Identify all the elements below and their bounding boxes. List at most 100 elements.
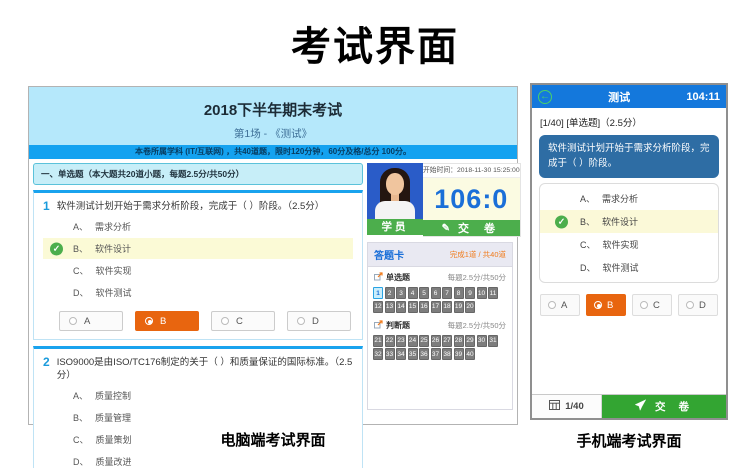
timer-block: 开始时间：2018-11-30 15:25:00 106:0 ✎交 卷 — [423, 163, 521, 237]
answer-card-cell[interactable]: 18 — [442, 301, 452, 313]
exam-body: 一、单选题（本大题共20道小题，每题2.5分/共50分） 1 软件测试计划开始于… — [29, 159, 517, 422]
answer-button-b-selected[interactable]: B — [135, 311, 199, 331]
answer-card-grid: 1234567891011121314151617181920 — [368, 285, 512, 315]
option-row-d[interactable]: D、质量改进 — [43, 451, 353, 468]
answer-card-cell[interactable]: 34 — [396, 348, 406, 360]
radio-icon — [145, 317, 153, 325]
answer-button-d[interactable]: D — [678, 294, 718, 316]
page: 考试界面 2018下半年期末考试 第1场 - 《测试》 本卷所属学科 (IT/互… — [0, 0, 750, 468]
answer-card-cell[interactable]: 10 — [477, 287, 487, 299]
question-title: 1 软件测试计划开始于需求分析阶段，完成于（ ）阶段。（2.5分） — [43, 199, 353, 213]
answer-card-cell[interactable]: 31 — [488, 335, 498, 347]
student-photo — [367, 163, 423, 219]
answer-card-cell[interactable]: 35 — [408, 348, 418, 360]
answer-card-cell[interactable]: 17 — [431, 301, 441, 313]
option-text: 质量改进 — [96, 457, 132, 467]
answer-card-cell[interactable]: 33 — [385, 348, 395, 360]
answer-card-cell[interactable]: 39 — [454, 348, 464, 360]
answer-card-section-single: 单选题 每题2.5分/共50分 123456789101112131415161… — [368, 267, 512, 315]
answer-card-cell[interactable]: 37 — [431, 348, 441, 360]
answer-card-cell[interactable]: 21 — [373, 335, 383, 347]
answer-card-cell[interactable]: 15 — [408, 301, 418, 313]
answer-card-cell[interactable]: 6 — [431, 287, 441, 299]
question-text: ISO9000是由ISO/TC176制定的关于（ ）和质量保证的国际标准。（2.… — [57, 355, 353, 382]
answer-card-cell[interactable]: 16 — [419, 301, 429, 313]
answer-button-c[interactable]: C — [211, 311, 275, 331]
answer-card-section-judge: 判断题 每题2.5分/共50分 2122232425262728293031 32… — [368, 315, 512, 363]
option-row-a[interactable]: A、需求分析 — [540, 187, 718, 210]
answer-card-cell[interactable]: 2 — [385, 287, 395, 299]
answer-card-cell[interactable]: 9 — [465, 287, 475, 299]
answer-card-cell[interactable]: 22 — [385, 335, 395, 347]
answer-card-cell[interactable]: 29 — [465, 335, 475, 347]
answer-button-b-selected[interactable]: B — [586, 294, 626, 316]
mobile-options-box: A、需求分析 ✓ B、软件设计 C、软件实现 D、软件测试 — [539, 183, 719, 283]
answer-card-cell[interactable]: 38 — [442, 348, 452, 360]
submit-button[interactable]: ✎交 卷 — [423, 220, 520, 236]
answer-button-label: A — [84, 316, 90, 327]
section-header-row: 单选题 每题2.5分/共50分 — [368, 267, 512, 285]
option-row-c[interactable]: C、软件实现 — [43, 260, 353, 281]
answer-card-cell[interactable]: 30 — [477, 335, 487, 347]
answer-card-title: 答题卡 — [374, 247, 404, 262]
mobile-footer: 1/40 交 卷 — [532, 394, 726, 418]
answer-card-toggle[interactable]: 1/40 — [532, 395, 602, 418]
option-row-b[interactable]: B、质量管理 — [43, 407, 353, 428]
photo-face — [386, 173, 404, 195]
answer-button-a[interactable]: A — [540, 294, 580, 316]
option-label: A、 — [73, 222, 88, 232]
card-icon — [549, 400, 560, 413]
answer-card-cell[interactable]: 24 — [408, 335, 418, 347]
answer-card-header: 答题卡 完成1道 / 共40道 — [368, 243, 512, 267]
mobile-title: 测试 — [552, 89, 686, 105]
answer-card-cell[interactable]: 7 — [442, 287, 452, 299]
option-label: D、 — [73, 457, 89, 467]
answer-card-cell[interactable]: 40 — [465, 348, 475, 360]
answer-card-cell[interactable]: 23 — [396, 335, 406, 347]
check-icon: ✓ — [555, 215, 568, 228]
option-label: A、 — [73, 391, 88, 401]
answer-card-cell[interactable]: 36 — [419, 348, 429, 360]
option-row-a[interactable]: A、质量控制 — [43, 385, 353, 406]
answer-card-cell[interactable]: 28 — [454, 335, 464, 347]
answer-card-cell[interactable]: 4 — [408, 287, 418, 299]
section-header-row: 判断题 每题2.5分/共50分 — [368, 315, 512, 333]
submit-label: 交 卷 — [655, 399, 694, 414]
answer-card-cell[interactable]: 8 — [454, 287, 464, 299]
option-row-c[interactable]: C、软件实现 — [540, 233, 718, 256]
answer-card-cell[interactable]: 3 — [396, 287, 406, 299]
answer-buttons-row: A B C D — [43, 304, 353, 334]
question-number: 1 — [43, 199, 50, 213]
answer-card-cell[interactable]: 14 — [396, 301, 406, 313]
question-number: 2 — [43, 355, 50, 382]
submit-button[interactable]: 交 卷 — [602, 395, 726, 418]
answer-card-cell[interactable]: 19 — [454, 301, 464, 313]
answer-card-cell[interactable]: 32 — [373, 348, 383, 360]
answer-card-cell[interactable]: 13 — [385, 301, 395, 313]
answer-button-label: D — [312, 316, 319, 327]
answer-card-cell[interactable]: 20 — [465, 301, 475, 313]
student-photo-block: 学员 — [367, 163, 423, 237]
answer-card-cell[interactable]: 25 — [419, 335, 429, 347]
option-row-b-selected[interactable]: ✓ B、软件设计 — [540, 210, 718, 233]
answer-card-cell[interactable]: 26 — [431, 335, 441, 347]
option-label: B、 — [73, 413, 88, 423]
answer-card-cell[interactable]: 12 — [373, 301, 383, 313]
answer-card-cell[interactable]: 27 — [442, 335, 452, 347]
answer-button-label: A — [561, 300, 567, 311]
option-label: D、 — [73, 288, 89, 298]
answer-button-c[interactable]: C — [632, 294, 672, 316]
answer-card-cell[interactable]: 1 — [373, 287, 383, 299]
option-row-b-selected[interactable]: ✓ B、软件设计 — [43, 238, 353, 259]
option-row-d[interactable]: D、软件测试 — [540, 256, 718, 279]
answer-card-cell[interactable]: 5 — [419, 287, 429, 299]
back-icon[interactable]: ← — [538, 90, 552, 104]
question-title: 2 ISO9000是由ISO/TC176制定的关于（ ）和质量保证的国际标准。（… — [43, 355, 353, 382]
answer-button-label: D — [699, 300, 706, 311]
option-row-a[interactable]: A、需求分析 — [43, 216, 353, 237]
answer-card-cell[interactable]: 11 — [488, 287, 498, 299]
option-row-d[interactable]: D、软件测试 — [43, 282, 353, 303]
pencil-icon: ✎ — [442, 223, 450, 234]
answer-button-a[interactable]: A — [59, 311, 123, 331]
answer-button-d[interactable]: D — [287, 311, 351, 331]
